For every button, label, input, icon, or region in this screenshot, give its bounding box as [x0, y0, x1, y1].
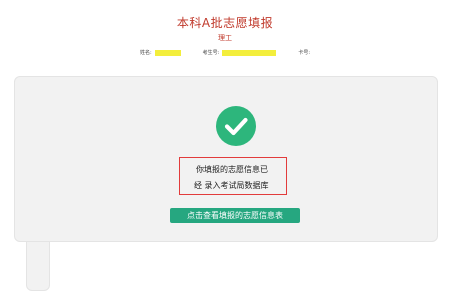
page-header: 本科A批志愿填报 理工 姓名: 考生号: 卡号: [12, 6, 438, 291]
card-number-field: 卡号: [26, 49, 311, 291]
view-application-form-button[interactable]: 点击查看填报的志愿信息表 [170, 208, 300, 223]
name-label: 姓名: [139, 50, 152, 56]
page-subtitle: 理工 [218, 34, 232, 42]
card-number-label: 卡号: [298, 50, 311, 56]
name-field: 姓名: [140, 49, 181, 56]
exam-number-label: 考生号: [202, 50, 220, 56]
success-message-line1: 你填报的志愿信息已 [196, 165, 268, 174]
name-value-redacted [154, 49, 181, 56]
success-check-icon [216, 106, 256, 146]
exam-number-field: 考生号: [203, 49, 277, 56]
applicant-info-row: 姓名: 考生号: 卡号: [12, 49, 438, 291]
page-title: 本科A批志愿填报 [176, 16, 274, 30]
exam-number-value-redacted [222, 49, 277, 56]
success-message-line2: 经 录入考试局数据库 [194, 181, 269, 190]
